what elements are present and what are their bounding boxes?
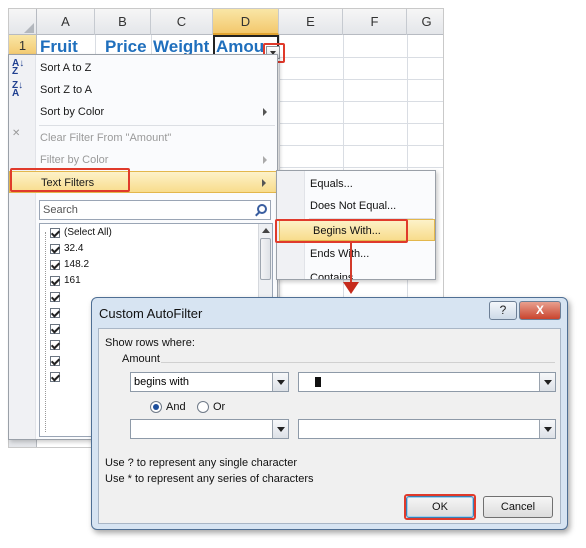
submenu-item-contains[interactable]: Contains... (277, 267, 435, 279)
value-2-combo[interactable] (298, 419, 556, 439)
list-item: (Select All) (64, 227, 112, 238)
highlight-box (10, 168, 130, 192)
submenu-arrow-icon (263, 108, 267, 116)
or-label: Or (213, 401, 226, 413)
checkbox[interactable] (50, 324, 60, 334)
value-1-combo[interactable] (298, 372, 556, 392)
menu-item-label: Filter by Color (40, 154, 109, 166)
dialog-title: Custom AutoFilter (99, 306, 203, 321)
operator-1-select[interactable]: begins with (130, 372, 289, 392)
operator-1-value: begins with (134, 376, 190, 388)
submenu-arrow-icon (262, 179, 266, 187)
and-radio[interactable] (150, 401, 162, 413)
submenu-item-ends-with[interactable]: Ends With... (277, 243, 435, 265)
help-button[interactable]: ? (489, 301, 517, 320)
dialog-body: Show rows where: Amount begins with And … (98, 328, 561, 524)
or-radio[interactable] (197, 401, 209, 413)
menu-item-sort-a-to-z[interactable]: A↓ Z Sort A to Z (9, 57, 277, 79)
highlight-box (404, 494, 476, 520)
highlight-box (275, 219, 408, 243)
show-rows-label: Show rows where: (105, 337, 195, 349)
menu-item-label: Clear Filter From "Amount" (40, 132, 172, 144)
submenu-item-equals[interactable]: Equals... (277, 173, 435, 195)
checkbox[interactable] (50, 340, 60, 350)
hint-series-chars: Use * to represent any series of charact… (105, 473, 314, 485)
close-button[interactable]: X (519, 301, 561, 320)
custom-autofilter-dialog: Custom AutoFilter ? X Show rows where: A… (91, 297, 568, 530)
sort-descending-icon: Z↓ A (12, 80, 24, 99)
and-label: And (166, 401, 186, 413)
list-item: 32.4 (64, 243, 84, 254)
callout-arrow-head (343, 282, 359, 294)
operator-2-select[interactable] (130, 419, 289, 439)
menu-separator (39, 125, 275, 126)
checkbox[interactable] (50, 308, 60, 318)
list-item: 161 (64, 275, 81, 286)
checkbox[interactable] (50, 276, 60, 286)
tree-connector (45, 232, 46, 432)
gridline (279, 145, 443, 146)
select-all-corner[interactable] (9, 9, 37, 35)
checkbox[interactable] (50, 292, 60, 302)
checkbox-select-all[interactable] (50, 228, 60, 238)
hint-single-char: Use ? to represent any single character (105, 457, 297, 469)
checkbox[interactable] (50, 372, 60, 382)
filter-search-input[interactable]: Search (39, 200, 271, 220)
column-header-c[interactable]: C (151, 9, 213, 35)
scroll-up-icon[interactable] (262, 228, 270, 233)
search-icon (257, 204, 267, 214)
cancel-button[interactable]: Cancel (483, 496, 553, 518)
group-separator (161, 362, 555, 363)
menu-item-sort-by-color[interactable]: Sort by Color (9, 101, 277, 123)
checkbox[interactable] (50, 244, 60, 254)
chevron-down-icon[interactable] (272, 420, 288, 438)
column-header-d[interactable]: D (213, 9, 279, 35)
callout-arrow-line (350, 243, 352, 283)
menu-item-clear-filter: ✕ Clear Filter From "Amount" (9, 127, 277, 149)
gridline (279, 101, 443, 102)
sort-ascending-icon: A↓ Z (12, 58, 25, 77)
column-header-a[interactable]: A (37, 9, 95, 35)
menu-item-label: Sort Z to A (40, 84, 92, 96)
checkbox[interactable] (50, 260, 60, 270)
column-header-row: A B C D E F G (9, 9, 443, 35)
column-header-e[interactable]: E (279, 9, 343, 35)
search-placeholder: Search (43, 204, 78, 216)
gridline (279, 123, 443, 124)
submenu-arrow-icon (263, 156, 267, 164)
column-header-b[interactable]: B (95, 9, 151, 35)
field-name-label: Amount (122, 353, 160, 365)
text-cursor (315, 377, 321, 387)
checkbox[interactable] (50, 356, 60, 366)
menu-item-label: Sort A to Z (40, 62, 92, 74)
column-header-f[interactable]: F (343, 9, 407, 35)
clear-filter-icon: ✕ (12, 128, 21, 139)
submenu-item-does-not-equal[interactable]: Does Not Equal... (277, 195, 435, 217)
column-header-g[interactable]: G (407, 9, 443, 35)
gridline (279, 167, 443, 168)
chevron-down-icon[interactable] (272, 373, 288, 391)
list-item: 148.2 (64, 259, 90, 270)
scroll-thumb[interactable] (260, 238, 271, 280)
gridline (279, 79, 443, 80)
chevron-down-icon[interactable] (539, 373, 555, 391)
menu-item-label: Sort by Color (40, 106, 105, 118)
menu-item-sort-z-to-a[interactable]: Z↓ A Sort Z to A (9, 79, 277, 101)
chevron-down-icon[interactable] (539, 420, 555, 438)
